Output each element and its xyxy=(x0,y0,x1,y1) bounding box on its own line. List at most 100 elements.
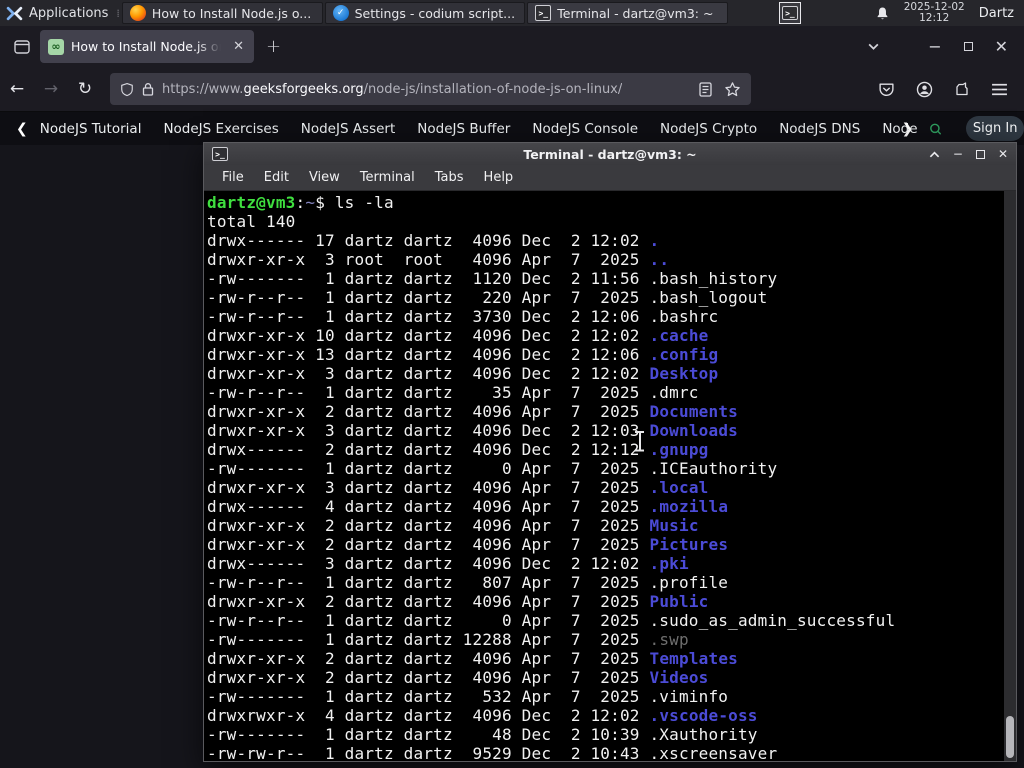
lock-icon[interactable] xyxy=(142,82,154,96)
terminal-menubar: File Edit View Terminal Tabs Help xyxy=(204,165,1016,191)
terminal-line: -rw-r--r-- 1 dartz dartz 220 Apr 7 2025 … xyxy=(207,288,768,307)
reload-button[interactable]: ↻ xyxy=(68,79,102,99)
terminal-titlebar[interactable]: >_ Terminal - dartz@vm3: ~ − ✕ xyxy=(204,143,1016,165)
terminal-window-controls: − ✕ xyxy=(929,147,1008,161)
terminal-menu-view[interactable]: View xyxy=(299,170,350,185)
maximize-button[interactable] xyxy=(975,149,985,159)
minimize-button[interactable]: − xyxy=(928,37,941,56)
terminal-line: drwx------ 17 dartz dartz 4096 Dec 2 12:… xyxy=(207,231,660,250)
terminal-line: drwxr-xr-x 3 dartz dartz 4096 Dec 2 12:0… xyxy=(207,421,738,440)
terminal-line: drwxr-xr-x 3 dartz dartz 4096 Apr 7 2025… xyxy=(207,478,709,497)
window-controls: − ✕ xyxy=(928,37,1008,56)
terminal-viewport[interactable]: dartz@vm3:~$ ls -la total 140 drwx------ 1… xyxy=(204,191,1016,761)
url-bar-actions xyxy=(699,81,741,98)
terminal-icon xyxy=(535,5,552,21)
url-domain: geeksforgeeks.org xyxy=(243,81,364,97)
site-nav-link[interactable]: NodeJS Crypto xyxy=(660,121,757,137)
task-button-terminal[interactable]: Terminal - dartz@vm3: ~ xyxy=(527,2,728,24)
task-button-label: Settings - codium script... xyxy=(354,5,516,21)
browser-tab[interactable]: ∞ How to Install Node.js on ✕ xyxy=(40,30,254,63)
site-nav-link[interactable]: NodeJS Console xyxy=(532,121,638,137)
site-nav-links: NodeJS Tutorial NodeJS Exercises NodeJS As… xyxy=(40,121,918,137)
site-nav-link[interactable]: NodeJS Tutorial xyxy=(40,121,142,137)
terminal-line: -rw------- 1 dartz dartz 1120 Dec 2 11:5… xyxy=(207,269,778,288)
firefox-view-icon[interactable] xyxy=(13,38,31,56)
back-button[interactable]: ← xyxy=(0,79,34,99)
site-nav-link[interactable]: NodeJS Buffer xyxy=(417,121,510,137)
terminal-line: -rw-r--r-- 1 dartz dartz 0 Apr 7 2025 .s… xyxy=(207,611,896,630)
minimize-button[interactable]: − xyxy=(953,147,963,161)
close-button[interactable]: ✕ xyxy=(998,147,1008,161)
terminal-line: -rw-r--r-- 1 dartz dartz 807 Apr 7 2025 … xyxy=(207,573,729,592)
xfce-logo-icon xyxy=(6,6,23,20)
terminal-scrollbar-thumb[interactable] xyxy=(1006,716,1014,758)
terminal-line: drwx------ 2 dartz dartz 4096 Dec 2 12:1… xyxy=(207,440,709,459)
close-button[interactable]: ✕ xyxy=(995,37,1008,56)
bookmark-star-icon[interactable] xyxy=(724,81,741,98)
terminal-menu-edit[interactable]: Edit xyxy=(254,170,299,185)
terminal-line: drwxr-xr-x 2 dartz dartz 4096 Apr 7 2025… xyxy=(207,649,738,668)
terminal-line: drwxr-xr-x 3 dartz dartz 4096 Dec 2 12:0… xyxy=(207,364,719,383)
terminal-menu-file[interactable]: File xyxy=(212,170,254,185)
terminal-scrollbar[interactable] xyxy=(1004,191,1016,761)
menu-hamburger-icon[interactable] xyxy=(991,82,1008,97)
pocket-save-icon[interactable] xyxy=(878,81,895,98)
tracking-shield-icon[interactable] xyxy=(120,82,134,97)
notification-bell-icon[interactable] xyxy=(875,6,890,21)
terminal-window: >_ Terminal - dartz@vm3: ~ − ✕ File Edit V… xyxy=(203,142,1017,762)
applications-label: Applications xyxy=(29,5,109,21)
forward-button[interactable]: → xyxy=(34,79,68,99)
terminal-line: drwxr-xr-x 2 dartz dartz 4096 Apr 7 2025… xyxy=(207,535,729,554)
nav-scroll-right-icon[interactable]: ❯ xyxy=(902,121,914,137)
terminal-menu-tabs[interactable]: Tabs xyxy=(425,170,474,185)
task-button-codium[interactable]: Settings - codium script... xyxy=(324,2,526,24)
tab-close-icon[interactable]: ✕ xyxy=(231,39,246,54)
search-icon[interactable] xyxy=(929,119,942,139)
terminal-icon: >_ xyxy=(212,147,228,161)
terminal-output: dartz@vm3:~$ ls -la total 140 drwx------ 1… xyxy=(207,193,1016,761)
terminal-line: -rw------- 1 dartz dartz 532 Apr 7 2025 … xyxy=(207,687,729,706)
site-nav-link[interactable]: NodeJS Exercises xyxy=(163,121,278,137)
terminal-line: dartz@vm3:~$ ls -la xyxy=(207,193,394,212)
terminal-line: -rw-r--r-- 1 dartz dartz 3730 Dec 2 12:0… xyxy=(207,307,719,326)
clock-time: 12:12 xyxy=(919,12,950,24)
tray-terminal-icon[interactable]: >_ xyxy=(778,2,801,24)
reader-mode-icon[interactable] xyxy=(699,81,712,97)
site-nav-link[interactable]: NodeJS DNS xyxy=(779,121,860,137)
terminal-line: drwxr-xr-x 2 dartz dartz 4096 Apr 7 2025… xyxy=(207,402,738,421)
terminal-icon: >_ xyxy=(781,6,798,20)
nav-scroll-left-icon[interactable]: ❮ xyxy=(16,121,28,137)
terminal-line: total 140 xyxy=(207,212,296,231)
terminal-line: drwxr-xr-x 13 dartz dartz 4096 Dec 2 12:… xyxy=(207,345,719,364)
url-text: https://www.geeksforgeeks.org/node-js/in… xyxy=(162,81,623,97)
terminal-menu-help[interactable]: Help xyxy=(474,170,524,185)
terminal-line: -rw-rw-r-- 1 dartz dartz 9529 Dec 2 10:4… xyxy=(207,744,778,761)
task-button-firefox[interactable]: How to Install Node.js o... xyxy=(121,2,323,24)
browser-toolbar: ← → ↻ https://www.geeksforgeeks.org/node… xyxy=(0,67,1024,112)
terminal-window-title: Terminal - dartz@vm3: ~ xyxy=(523,146,697,162)
url-bar[interactable]: https://www.geeksforgeeks.org/node-js/in… xyxy=(110,73,751,105)
terminal-line: -rw------- 1 dartz dartz 0 Apr 7 2025 .I… xyxy=(207,459,778,478)
list-tabs-chevron-icon[interactable] xyxy=(867,40,880,53)
terminal-line: -rw------- 1 dartz dartz 12288 Apr 7 202… xyxy=(207,630,689,649)
terminal-line: drwxr-xr-x 10 dartz dartz 4096 Dec 2 12:… xyxy=(207,326,709,345)
applications-menu-button[interactable]: Applications xyxy=(0,0,114,26)
task-button-label: Terminal - dartz@vm3: ~ xyxy=(557,5,714,21)
new-tab-button[interactable]: + xyxy=(266,36,281,57)
geeksforgeeks-favicon: ∞ xyxy=(48,38,64,55)
maximize-button[interactable] xyxy=(963,42,973,51)
panel-clock[interactable]: 2025-12-02 12:12 xyxy=(904,2,965,24)
terminal-line: -rw-r--r-- 1 dartz dartz 35 Apr 7 2025 .… xyxy=(207,383,699,402)
terminal-menu-terminal[interactable]: Terminal xyxy=(350,170,425,185)
extensions-icon[interactable] xyxy=(954,81,970,98)
sign-in-button[interactable]: Sign In xyxy=(966,116,1024,141)
firefox-icon xyxy=(129,5,146,21)
shade-button[interactable] xyxy=(929,150,940,159)
desktop: Applications ⁞ How to Install Node.js o.… xyxy=(0,0,1024,768)
tab-title: How to Install Node.js on xyxy=(71,39,225,54)
site-nav-link[interactable]: NodeJS Assert xyxy=(301,121,396,137)
terminal-line: -rw------- 1 dartz dartz 48 Dec 2 10:39 … xyxy=(207,725,758,744)
panel-status-area: 2025-12-02 12:12 Dartz xyxy=(875,2,1024,24)
account-icon[interactable] xyxy=(916,81,933,98)
browser-tab-bar: ∞ How to Install Node.js on ✕ + − ✕ xyxy=(0,26,1024,67)
